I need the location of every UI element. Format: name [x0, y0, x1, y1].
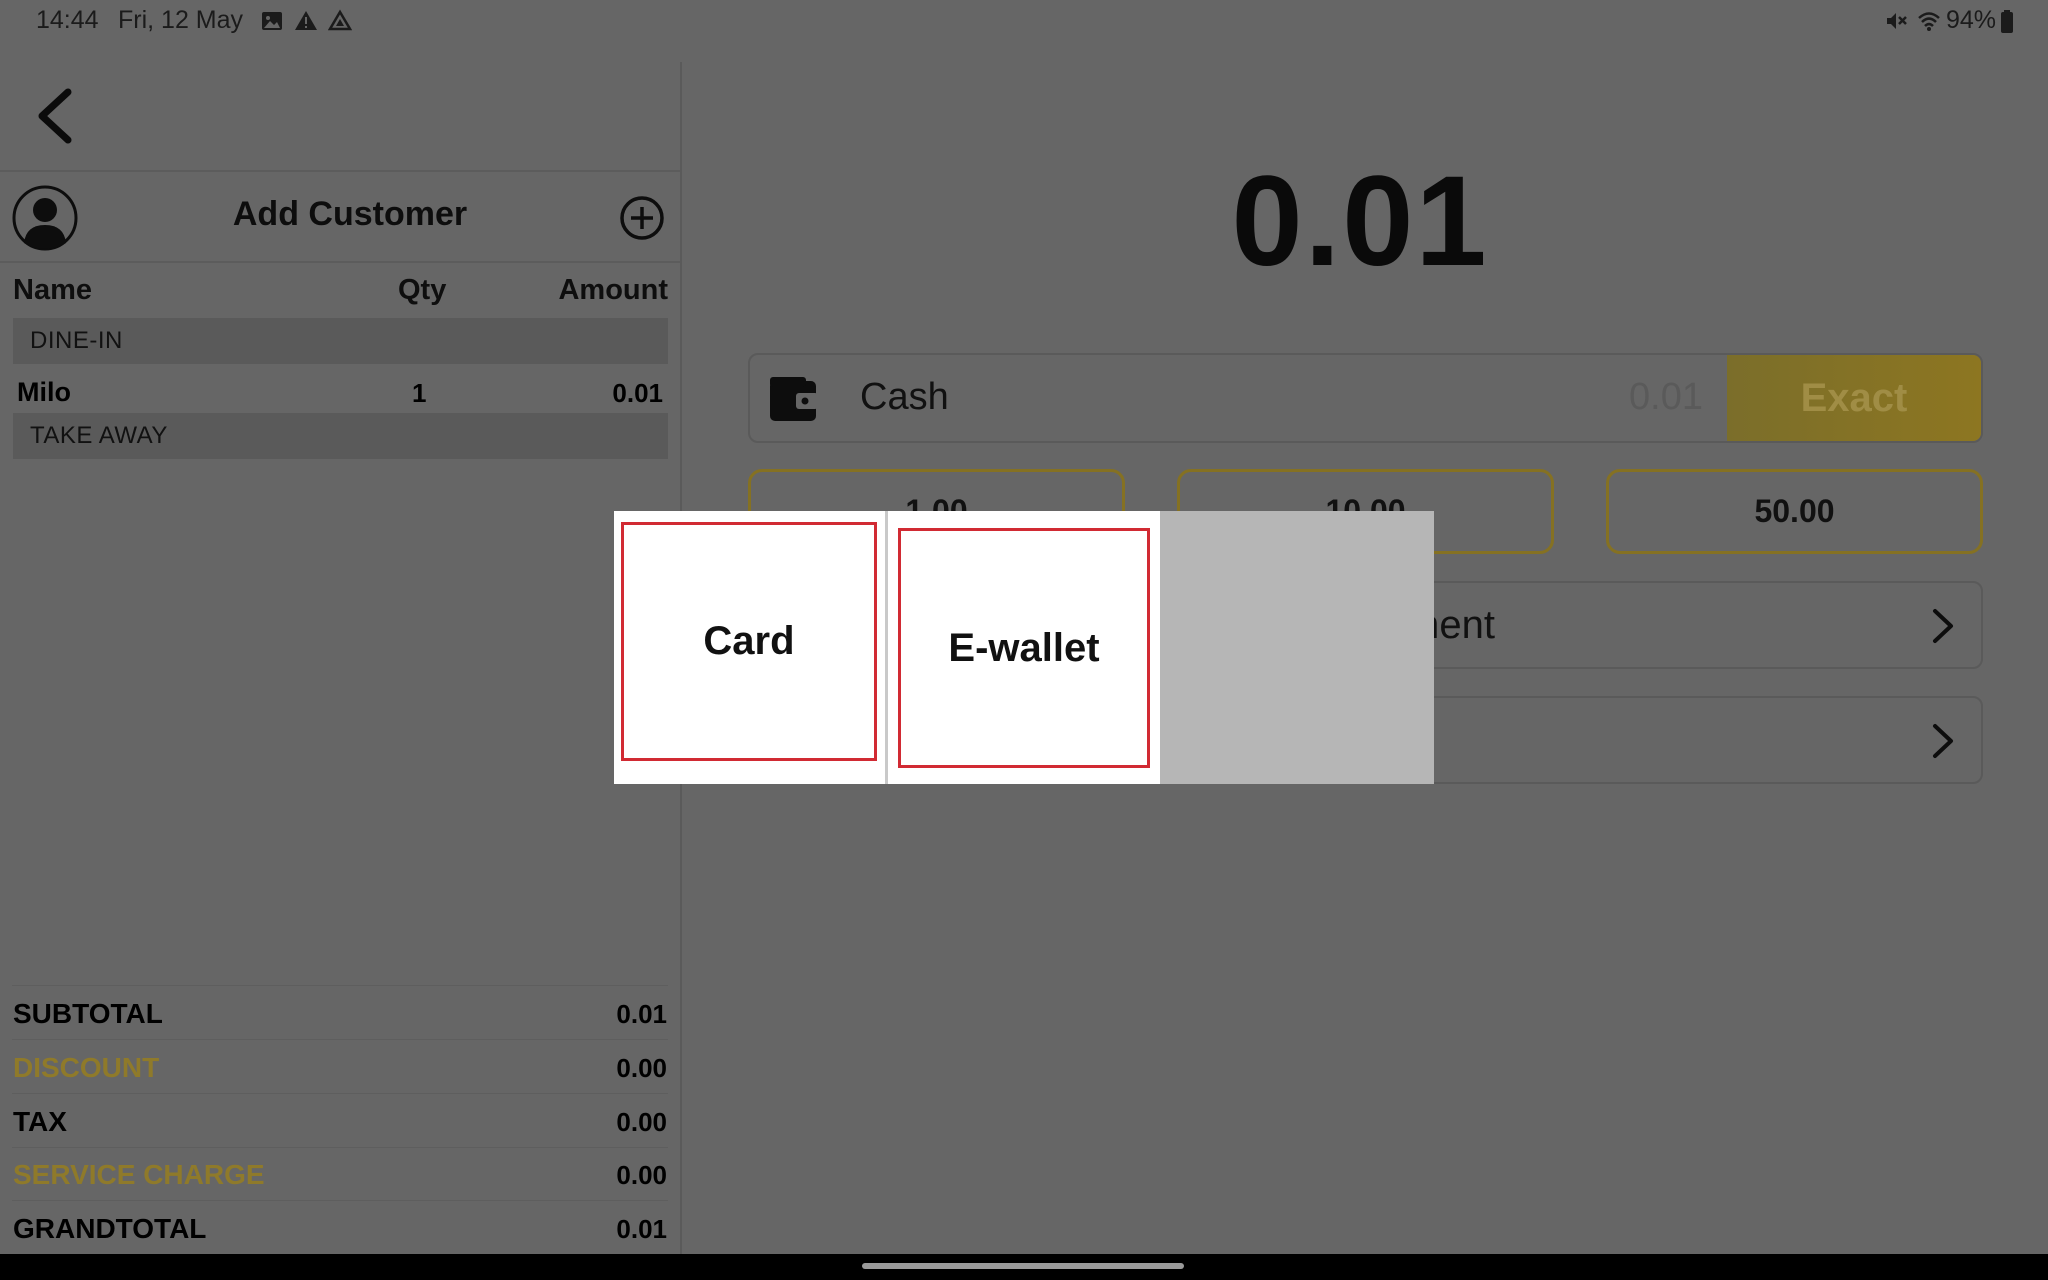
- avatar-icon[interactable]: [12, 185, 78, 251]
- column-amount-header: Amount: [558, 274, 668, 306]
- order-item-row[interactable]: Milo 1 0.01: [0, 370, 680, 414]
- status-bar: 14:44 Fri, 12 May 94%: [0, 0, 2048, 42]
- mute-icon: [1887, 13, 1907, 29]
- section-title: TAKE AWAY: [30, 422, 168, 449]
- warning-icon: [295, 11, 317, 30]
- cash-label: Cash: [860, 376, 949, 418]
- wallet-icon: [770, 377, 818, 421]
- payment-method-cell: Card: [614, 511, 885, 784]
- subtotal-value: 0.01: [616, 999, 667, 1029]
- section-header-take-away: TAKE AWAY: [13, 413, 668, 459]
- drive-icon: [328, 9, 352, 31]
- grandtotal-label: GRANDTOTAL: [13, 1213, 207, 1244]
- tax-label: TAX: [13, 1106, 67, 1137]
- service-charge-label[interactable]: SERVICE CHARGE: [13, 1159, 265, 1191]
- section-title: DINE-IN: [30, 327, 123, 354]
- status-time: 14:44: [36, 6, 99, 34]
- wifi-icon: [1918, 12, 1940, 31]
- subtotal-label: SUBTOTAL: [13, 998, 163, 1029]
- battery-icon: [2001, 10, 2013, 33]
- quick-amount-button-50[interactable]: 50.00: [1606, 469, 1983, 554]
- cash-input-row[interactable]: Cash 0.01 Exact: [748, 353, 1983, 443]
- column-name-header: Name: [13, 274, 92, 306]
- tax-value: 0.00: [616, 1107, 667, 1137]
- battery-percent: 94%: [1946, 6, 1997, 34]
- cash-amount-placeholder[interactable]: 0.01: [1629, 376, 1703, 419]
- back-arrow-icon[interactable]: [32, 88, 76, 144]
- divider: [12, 1147, 668, 1148]
- exact-button[interactable]: Exact: [1727, 355, 1981, 441]
- ewallet-payment-button[interactable]: E-wallet: [898, 528, 1150, 768]
- divider: [0, 170, 680, 172]
- grandtotal-value: 0.01: [616, 1214, 667, 1244]
- service-charge-value: 0.00: [616, 1160, 667, 1190]
- column-qty-header: Qty: [398, 274, 447, 306]
- amount-due: 0.01: [1231, 150, 1489, 293]
- divider: [12, 1093, 668, 1094]
- payment-method-dialog: Card E-wallet: [614, 511, 1434, 784]
- divider: [12, 1039, 668, 1040]
- home-indicator[interactable]: [862, 1263, 1184, 1269]
- item-name: Milo: [17, 377, 71, 407]
- divider: [0, 261, 680, 263]
- section-header-dine-in: DINE-IN: [13, 318, 668, 364]
- divider: [12, 985, 668, 986]
- divider: [12, 1200, 668, 1201]
- item-amount: 0.01: [612, 378, 663, 408]
- add-customer-plus-icon[interactable]: [619, 195, 665, 241]
- chevron-right-icon: [1933, 724, 1953, 758]
- discount-label[interactable]: DISCOUNT: [13, 1052, 159, 1084]
- status-date: Fri, 12 May: [118, 6, 244, 34]
- discount-value: 0.00: [616, 1053, 667, 1083]
- card-payment-button[interactable]: Card: [621, 522, 877, 761]
- add-customer-label[interactable]: Add Customer: [200, 195, 500, 234]
- item-qty: 1: [412, 378, 427, 408]
- payment-method-cell: E-wallet: [888, 511, 1160, 784]
- chevron-right-icon: [1933, 609, 1953, 643]
- gallery-icon: [262, 12, 282, 30]
